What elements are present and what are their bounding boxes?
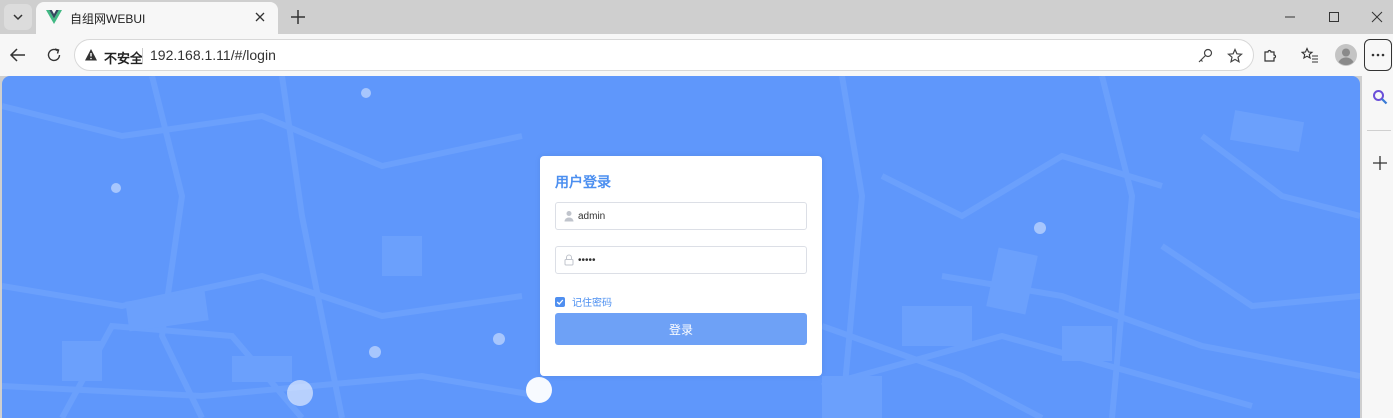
decoration-dot: [1034, 222, 1046, 234]
maximize-icon: [1329, 12, 1339, 22]
arrow-left-icon: [9, 48, 25, 62]
decoration-dot: [287, 380, 313, 406]
search-icon: [1373, 90, 1388, 105]
password-input[interactable]: [578, 251, 798, 269]
url-text[interactable]: 192.168.1.11/#/login: [150, 47, 276, 63]
divider: [142, 48, 143, 63]
star-icon: [1227, 48, 1243, 64]
plus-icon: [1373, 156, 1387, 170]
login-button[interactable]: 登录: [555, 313, 807, 345]
browser-toolbar: 不安全 192.168.1.11/#/login: [0, 34, 1393, 76]
chevron-down-icon: [13, 14, 23, 21]
close-icon: [1371, 11, 1383, 23]
decoration-dot: [526, 377, 552, 403]
back-button[interactable]: [5, 42, 31, 68]
login-title: 用户登录: [555, 175, 611, 191]
search-sidebar-button[interactable]: [1367, 84, 1393, 110]
username-field[interactable]: [555, 202, 807, 230]
password-key-button[interactable]: [1195, 46, 1215, 66]
username-input[interactable]: [578, 207, 798, 225]
tab-actions-button[interactable]: [4, 4, 32, 30]
decoration-dot: [493, 333, 505, 345]
remember-label: 记住密码: [572, 298, 612, 309]
vue-logo-icon: [46, 10, 62, 24]
refresh-icon: [47, 48, 61, 62]
address-bar[interactable]: 不安全 192.168.1.11/#/login: [74, 39, 1254, 71]
user-icon: [564, 211, 574, 222]
refresh-button[interactable]: [41, 42, 67, 68]
security-status[interactable]: 不安全: [104, 48, 143, 67]
login-card: 用户登录 记住密码 登录: [540, 156, 822, 376]
profile-button[interactable]: [1333, 42, 1359, 68]
browser-sidebar: [1362, 76, 1393, 418]
favorites-button[interactable]: [1297, 42, 1323, 68]
remember-password[interactable]: 记住密码: [555, 294, 612, 309]
login-page: 用户登录 记住密码 登录: [2, 76, 1360, 418]
close-icon: [255, 12, 265, 22]
plus-icon: [291, 10, 305, 24]
browser-tab[interactable]: 自组网WEBUI: [36, 2, 278, 34]
tab-close-button[interactable]: [252, 9, 268, 25]
favorites-icon: [1301, 47, 1318, 63]
puzzle-icon: [1264, 49, 1277, 62]
extensions-button[interactable]: [1257, 42, 1283, 68]
decoration-dot: [361, 88, 371, 98]
settings-more-button[interactable]: [1364, 39, 1392, 71]
divider: [1367, 130, 1391, 131]
key-icon: [1198, 48, 1213, 63]
password-field[interactable]: [555, 246, 807, 274]
decoration-dot: [111, 183, 121, 193]
more-icon: [1371, 53, 1385, 57]
checkmark-icon: [556, 299, 564, 305]
favorite-button[interactable]: [1225, 46, 1245, 66]
minimize-icon: [1285, 16, 1295, 18]
remember-checkbox[interactable]: [555, 296, 565, 307]
decoration-dot: [369, 346, 381, 358]
tab-title: 自组网WEBUI: [70, 12, 146, 26]
tab-strip: 自组网WEBUI: [0, 0, 1393, 34]
add-sidebar-app-button[interactable]: [1367, 150, 1393, 176]
maximize-button[interactable]: [1322, 5, 1346, 29]
lock-icon: [564, 254, 574, 266]
avatar-icon: [1335, 44, 1357, 66]
minimize-button[interactable]: [1278, 5, 1302, 29]
window-close-button[interactable]: [1365, 5, 1389, 29]
warning-icon: [85, 49, 97, 61]
new-tab-button[interactable]: [286, 5, 310, 29]
